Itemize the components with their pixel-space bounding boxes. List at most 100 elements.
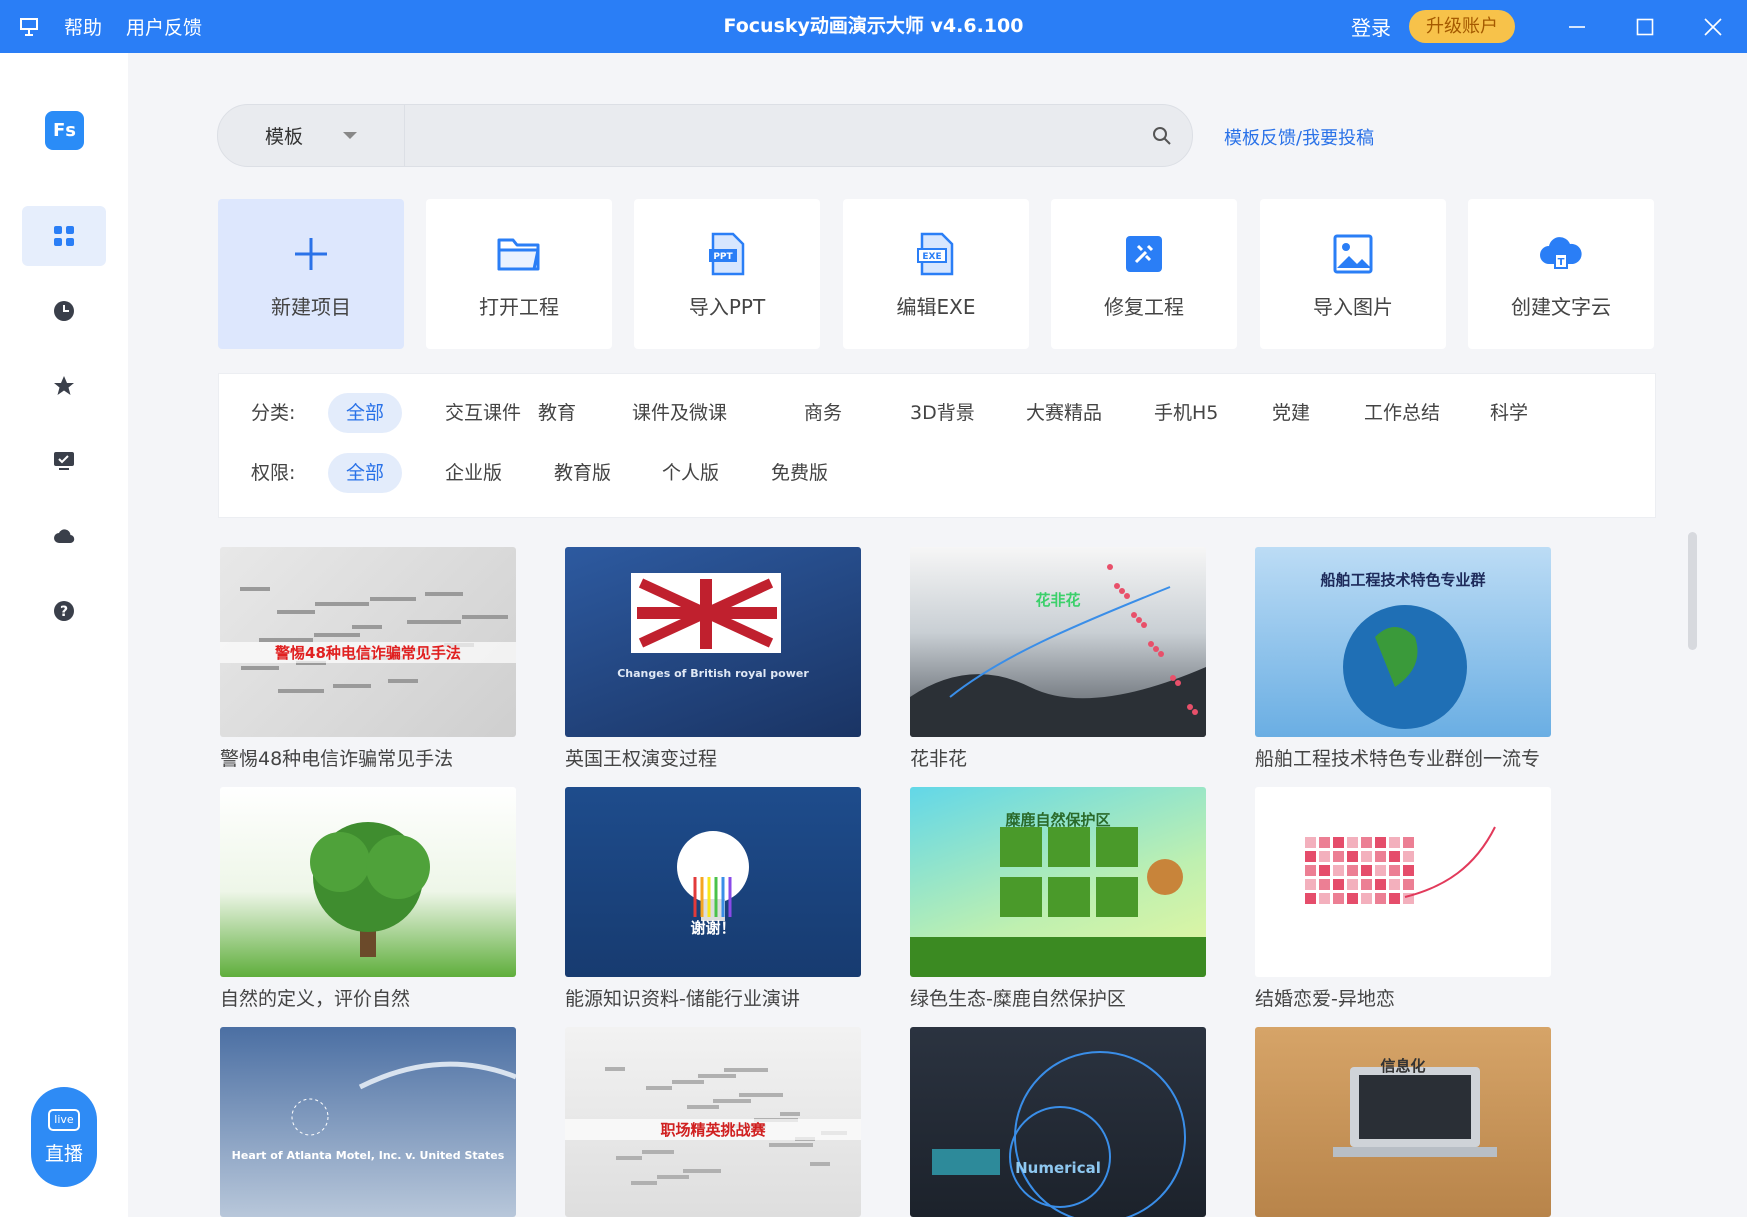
thumbnail-text: 糜鹿自然保护区 [1005, 811, 1111, 829]
clock-icon [54, 301, 74, 321]
template-card[interactable]: 花非花 花非花 [910, 547, 1208, 771]
template-thumbnail[interactable]: 职场精英挑战赛 [565, 1027, 861, 1217]
permission-chip[interactable]: 企业版 [427, 453, 520, 493]
template-card[interactable]: 信息化 [1255, 1027, 1553, 1217]
title-bar: 帮助 用户反馈 Focusky动画演示大师 v4.6.100 登录 升级账户 [0, 0, 1747, 53]
category-chip[interactable]: 教育 [520, 393, 594, 433]
template-thumbnail[interactable]: 谢谢！ [565, 787, 861, 977]
action-repair-button[interactable]: 修复工程 [1051, 199, 1237, 349]
template-name[interactable]: 自然的定义，评价自然 [220, 984, 516, 1011]
template-name[interactable]: 英国王权演变过程 [565, 744, 861, 771]
permission-chip[interactable]: 免费版 [753, 453, 846, 493]
app-menu-icon[interactable] [18, 16, 40, 38]
sidebar-item-help[interactable]: ? [22, 581, 106, 641]
minimize-icon [1569, 25, 1585, 28]
template-card[interactable]: 船舶工程技术特色专业群船舶工程技术特色专业群创一流专 [1255, 547, 1553, 771]
category-chip[interactable]: 商务 [786, 393, 860, 433]
sidebar-item-templates[interactable] [22, 206, 106, 266]
maximize-icon [1636, 18, 1654, 35]
template-name[interactable]: 能源知识资料-储能行业演讲 [565, 984, 861, 1011]
template-card[interactable]: Numerical [910, 1027, 1208, 1217]
thumbnail-text: Numerical [1015, 1159, 1101, 1177]
permission-label: 权限: [251, 462, 296, 484]
template-card[interactable]: 警惕48种电信诈骗常见手法 警惕48种电信诈骗常见手法 [220, 547, 518, 771]
sidebar-item-favorites[interactable] [22, 356, 106, 416]
category-chip[interactable]: 3D背景 [892, 393, 993, 433]
upgrade-button[interactable]: 升级账户 [1409, 10, 1515, 43]
template-thumbnail[interactable]: 警惕48种电信诈骗常见手法 [220, 547, 516, 737]
template-card[interactable]: Heart of Atlanta Motel, Inc. v. United S… [220, 1027, 518, 1217]
thumbnail-art [310, 822, 430, 957]
template-name[interactable]: 绿色生态-糜鹿自然保护区 [910, 984, 1206, 1011]
maximize-button[interactable] [1611, 0, 1679, 53]
template-thumbnail[interactable]: 糜鹿自然保护区 [910, 787, 1206, 977]
action-label: 导入图片 [1313, 294, 1393, 319]
thumbnail-art [631, 573, 781, 653]
template-name[interactable]: 警惕48种电信诈骗常见手法 [220, 744, 516, 771]
svg-text:T: T [1558, 257, 1565, 268]
live-button[interactable]: live 直播 [31, 1087, 97, 1187]
action-exe-button[interactable]: EXE 编辑EXE [843, 199, 1029, 349]
category-chip[interactable]: 大赛精品 [1008, 393, 1120, 433]
thumbnail-art [932, 1051, 1186, 1217]
search-bar: 模板 [217, 104, 1193, 167]
category-chip[interactable]: 党建 [1254, 393, 1328, 433]
template-card[interactable]: Changes of British royal power 英国王权演变过程 [565, 547, 863, 771]
close-button[interactable] [1679, 0, 1747, 53]
template-name[interactable]: 花非花 [910, 744, 1206, 771]
help-menu[interactable]: 帮助 [64, 13, 102, 40]
title-bar-right: 登录 升级账户 [1351, 0, 1747, 53]
category-chip[interactable]: 全部 [328, 393, 403, 433]
login-button[interactable]: 登录 [1351, 12, 1391, 41]
action-cloud-text-button[interactable]: T 创建文字云 [1468, 199, 1654, 349]
feedback-menu[interactable]: 用户反馈 [126, 13, 202, 40]
template-thumbnail[interactable]: Changes of British royal power [565, 547, 861, 737]
thumbnail-text: 船舶工程技术特色专业群 [1320, 571, 1486, 589]
search-type-dropdown[interactable]: 模板 [218, 105, 405, 166]
template-card[interactable]: 糜鹿自然保护区绿色生态-糜鹿自然保护区 [910, 787, 1208, 1011]
action-plus-button[interactable]: 新建项目 [218, 199, 404, 349]
sidebar-item-recent[interactable] [22, 281, 106, 341]
category-chip[interactable]: 手机H5 [1136, 393, 1236, 433]
template-card[interactable]: 自然的定义，评价自然 [220, 787, 518, 1011]
action-label: 新建项目 [271, 294, 351, 319]
permission-chip[interactable]: 个人版 [644, 453, 737, 493]
category-chip[interactable]: 工作总结 [1346, 393, 1458, 433]
category-chip[interactable]: 课件及微课 [614, 393, 745, 433]
live-label: 直播 [44, 1142, 83, 1165]
template-card[interactable]: 职场精英挑战赛 [565, 1027, 863, 1217]
thumbnail-text: Heart of Atlanta Motel, Inc. v. United S… [231, 1149, 505, 1162]
template-name[interactable]: 船舶工程技术特色专业群创一流专 [1255, 744, 1551, 771]
template-thumbnail[interactable]: 花非花 [910, 547, 1206, 737]
template-thumbnail[interactable]: 船舶工程技术特色专业群 [1255, 547, 1551, 737]
permission-chip[interactable]: 全部 [328, 453, 403, 493]
scrollbar[interactable] [1688, 532, 1697, 650]
template-thumbnail[interactable]: Heart of Atlanta Motel, Inc. v. United S… [220, 1027, 516, 1217]
action-image-button[interactable]: 导入图片 [1260, 199, 1446, 349]
sidebar-item-presentations[interactable] [22, 431, 106, 491]
category-chip[interactable]: 科学 [1472, 393, 1546, 433]
template-thumbnail[interactable]: Numerical [910, 1027, 1206, 1217]
cloud-icon [54, 529, 75, 544]
action-folder-button[interactable]: 打开工程 [426, 199, 612, 349]
sidebar: Fs ? live 直播 [0, 53, 128, 1217]
action-ppt-button[interactable]: PPT 导入PPT [634, 199, 820, 349]
search-button[interactable] [1132, 126, 1192, 146]
template-feedback-link[interactable]: 模板反馈/我要投稿 [1224, 124, 1374, 150]
template-thumbnail[interactable]: 信息化 [1255, 1027, 1551, 1217]
permission-chip[interactable]: 教育版 [536, 453, 629, 493]
app-window: 帮助 用户反馈 Focusky动画演示大师 v4.6.100 登录 升级账户 F… [0, 0, 1747, 1217]
minimize-button[interactable] [1543, 0, 1611, 53]
thumbnail-text: 职场精英挑战赛 [565, 1119, 861, 1140]
template-name[interactable]: 结婚恋爱-异地恋 [1255, 984, 1551, 1011]
search-input[interactable] [405, 105, 1132, 166]
template-card[interactable]: long-distance relationship 结婚恋爱-异地恋 [1255, 787, 1553, 1011]
thumbnail-art [910, 564, 1206, 737]
category-label: 分类: [251, 402, 296, 424]
template-card[interactable]: 谢谢！ 能源知识资料-储能行业演讲 [565, 787, 863, 1011]
cloud-text-icon: T [1538, 229, 1584, 279]
template-thumbnail[interactable] [220, 787, 516, 977]
template-thumbnail[interactable]: long-distance relationship [1255, 787, 1551, 977]
live-badge: live [48, 1108, 80, 1131]
sidebar-item-cloud[interactable] [22, 506, 106, 566]
